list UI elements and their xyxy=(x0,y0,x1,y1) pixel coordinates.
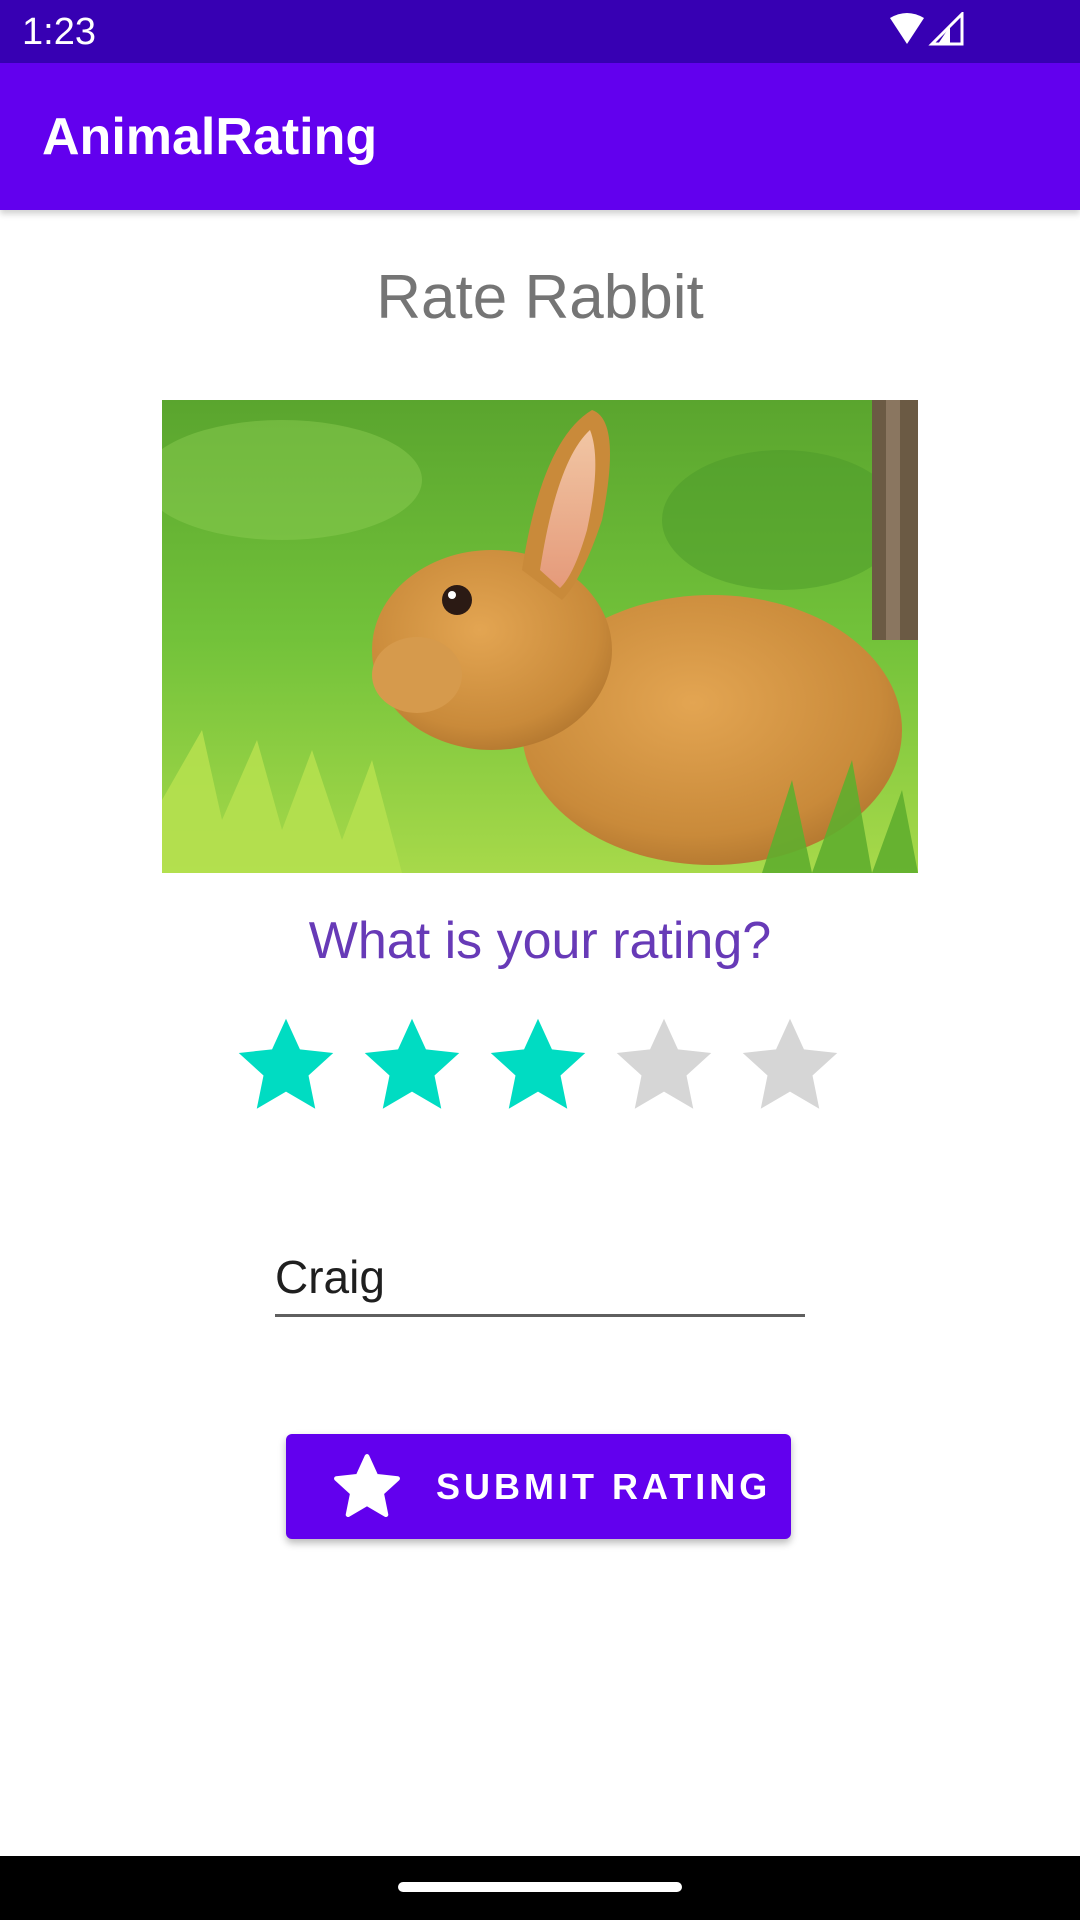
star-3-icon[interactable] xyxy=(484,1012,592,1120)
status-bar: 1:23 xyxy=(0,0,1080,63)
name-input[interactable] xyxy=(275,1240,805,1317)
submit-rating-button[interactable]: SUBMIT RATING xyxy=(286,1434,791,1539)
star-5-icon[interactable] xyxy=(736,1012,844,1120)
cellular-signal-icon xyxy=(928,10,964,46)
rabbit-photo xyxy=(162,400,918,873)
app-bar: AnimalRating xyxy=(0,63,1080,210)
star-1-icon[interactable] xyxy=(232,1012,340,1120)
star-icon xyxy=(332,1452,402,1522)
navigation-bar xyxy=(0,1856,1080,1920)
star-2-icon[interactable] xyxy=(358,1012,466,1120)
submit-rating-label: SUBMIT RATING xyxy=(436,1466,772,1507)
home-indicator[interactable] xyxy=(398,1882,682,1892)
rating-bar[interactable] xyxy=(232,1012,848,1120)
rating-question: What is your rating? xyxy=(308,912,772,970)
page-title: Rate Rabbit xyxy=(376,263,704,332)
star-4-icon[interactable] xyxy=(610,1012,718,1120)
status-time: 1:23 xyxy=(22,11,96,53)
status-icons xyxy=(888,10,968,48)
app-title: AnimalRating xyxy=(42,108,378,166)
wifi-icon xyxy=(890,13,924,44)
